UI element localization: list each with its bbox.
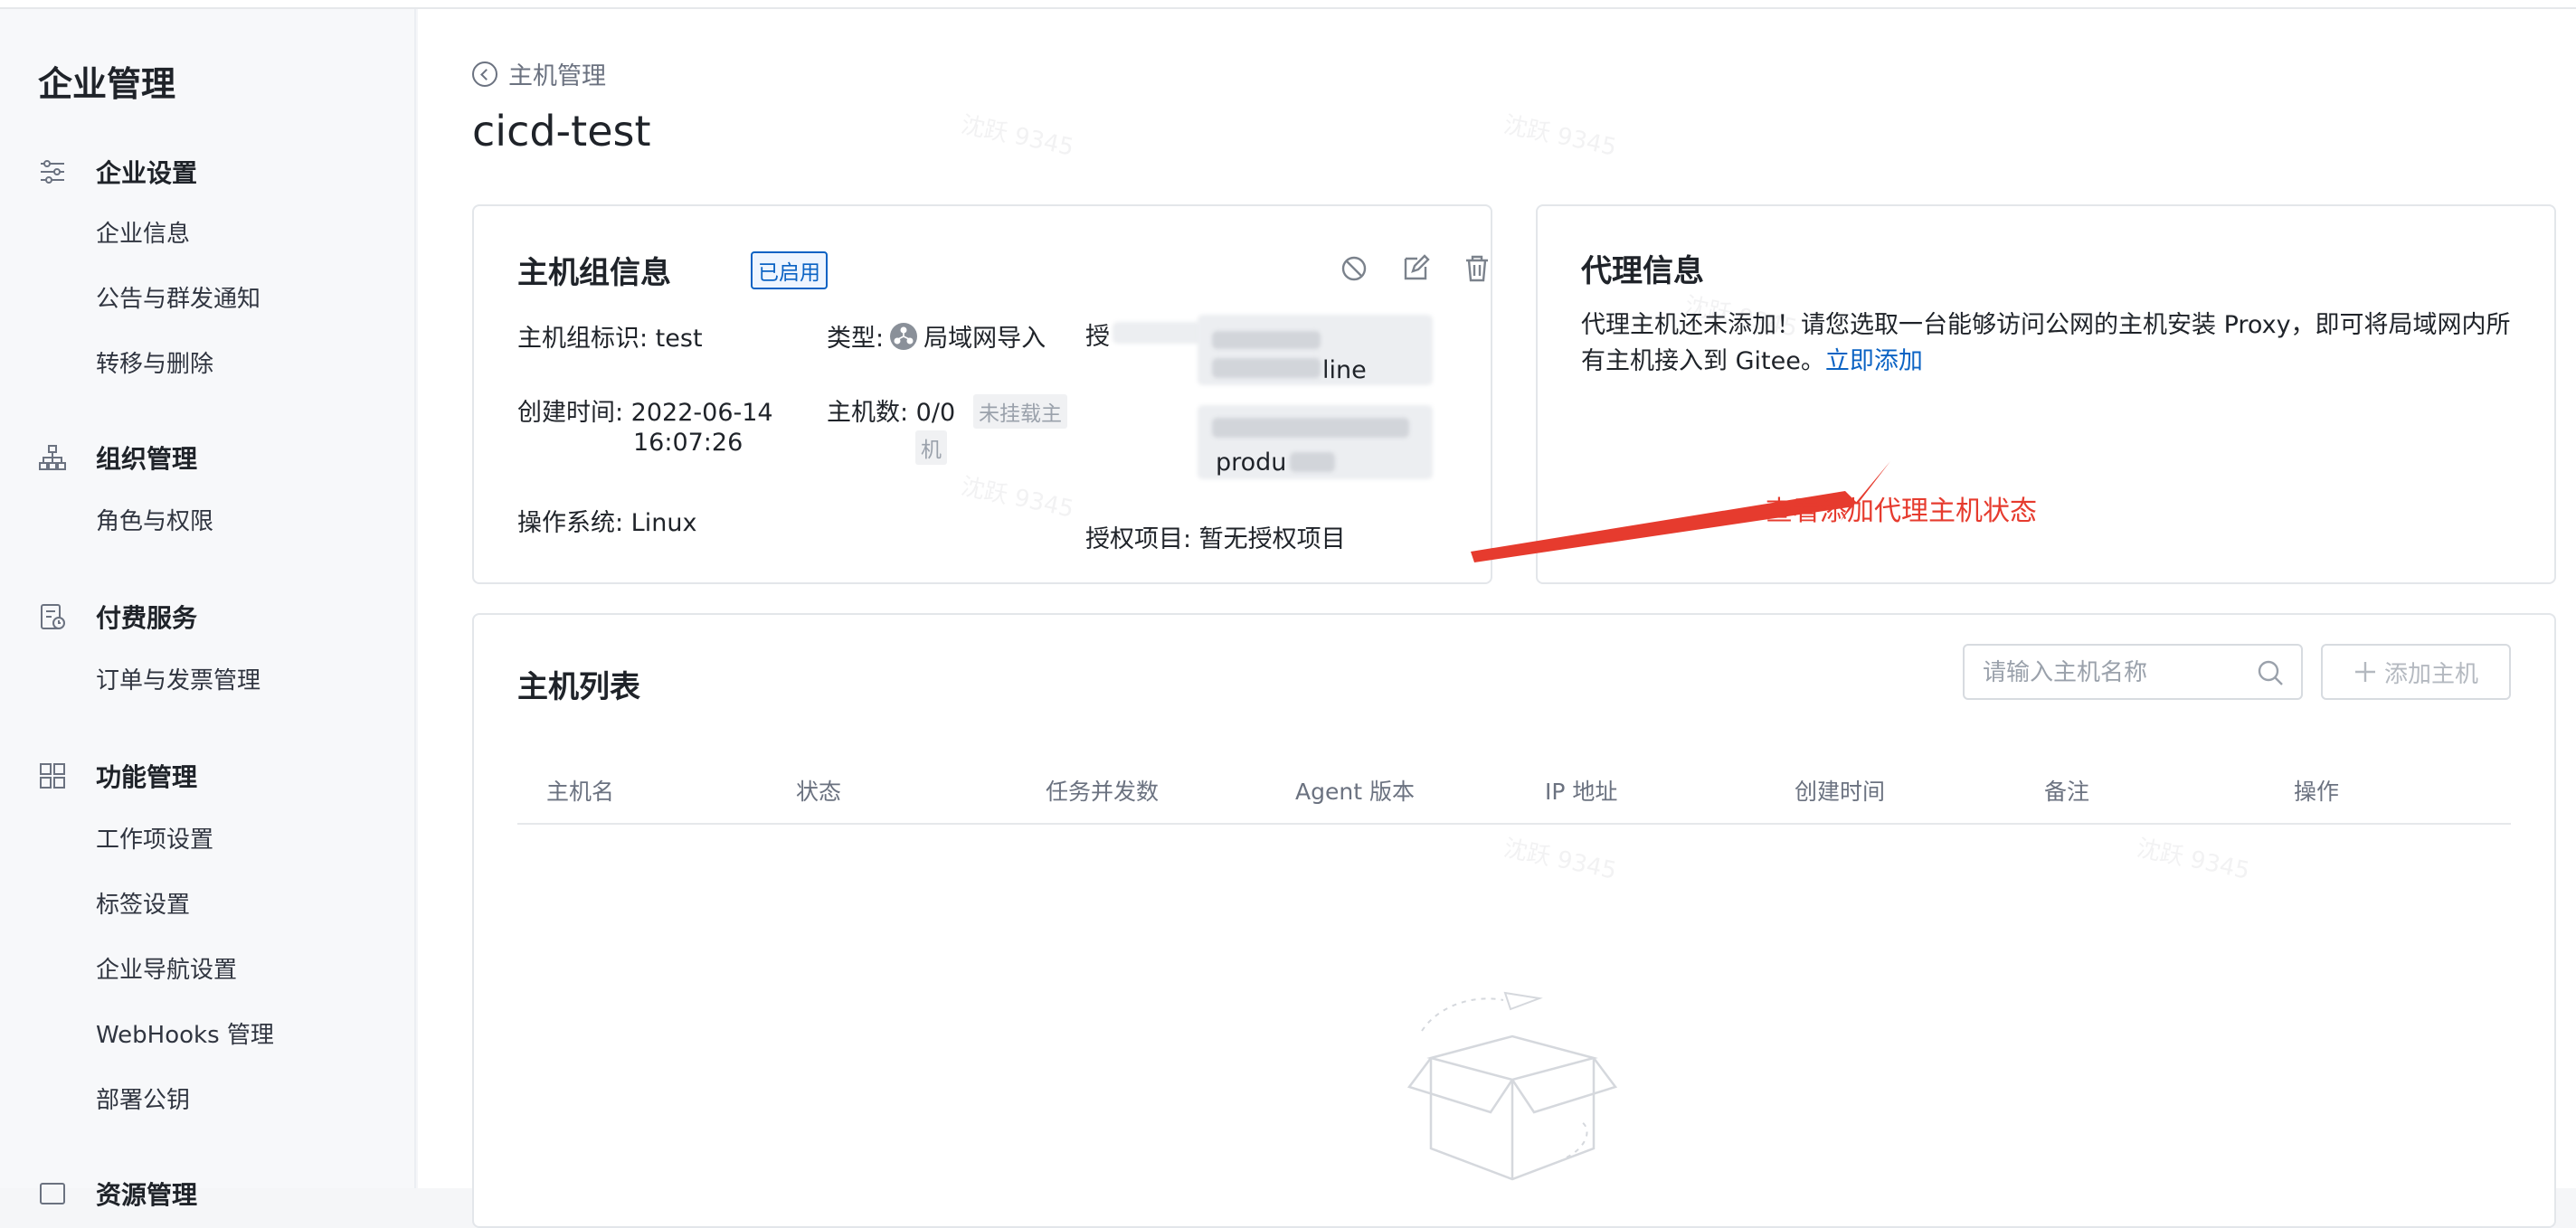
host-count: 主机数: 0/0 [827, 399, 956, 427]
sidebar-item-announcements[interactable]: 公告与群发通知 [96, 280, 260, 314]
sidebar: 企业管理 企业设置 企业信息 公告与群发通知 转移与删除 组织管理 角色与权限 … [0, 9, 416, 1210]
annotation-text: 查看添加代理主机状态 [1766, 496, 2037, 527]
sidebar-item-transfer-delete[interactable]: 转移与删除 [96, 345, 213, 379]
sidebar-group-resources[interactable]: 资源管理 [38, 1176, 197, 1212]
column-header-ip-address: IP 地址 [1545, 779, 1618, 805]
host-list-title: 主机列表 [517, 669, 640, 705]
redacted-block [1212, 331, 1321, 349]
sidebar-group-enterprise-settings[interactable]: 企业设置 [38, 154, 197, 190]
search-icon[interactable] [2256, 658, 2285, 687]
back-link-label: 主机管理 [508, 62, 606, 90]
sidebar-item-roles-permissions[interactable]: 角色与权限 [96, 503, 213, 536]
redacted-block [1212, 358, 1321, 378]
table-header-divider [517, 823, 2511, 825]
resource-icon [38, 1179, 67, 1208]
org-tree-icon [38, 443, 67, 472]
edit-icon[interactable] [1400, 253, 1431, 284]
back-arrow-icon [472, 61, 497, 87]
host-group-identifier: 主机组标识: test [517, 325, 703, 353]
sidebar-group-label: 付费服务 [96, 603, 198, 633]
status-badge: 已启用 [751, 251, 828, 289]
column-header-agent-version: Agent 版本 [1295, 779, 1415, 805]
unmounted-tag-line-1: 未挂载主 [973, 394, 1067, 429]
host-group-info-title: 主机组信息 [517, 255, 671, 291]
auth-label-partial: 授 [1085, 323, 1110, 351]
sidebar-group-label: 资源管理 [96, 1180, 198, 1210]
page-title: cicd-test [472, 107, 651, 156]
sidebar-group-label: 企业设置 [96, 158, 198, 188]
redacted-block [1212, 418, 1409, 438]
sidebar-item-label-settings[interactable]: 标签设置 [96, 886, 190, 920]
column-header-created-time: 创建时间 [1795, 779, 1886, 805]
created-time: 16:07:26 [633, 429, 743, 457]
disable-icon[interactable] [1339, 253, 1369, 284]
lan-icon [890, 322, 918, 350]
redacted-text-line: produ [1216, 449, 1287, 477]
redacted-text-line: line [1322, 356, 1367, 384]
proxy-info-title: 代理信息 [1581, 253, 1704, 289]
sliders-icon [38, 157, 67, 186]
host-search [1963, 644, 2303, 700]
operating-system: 操作系统: Linux [517, 509, 697, 537]
grid-icon [38, 761, 67, 790]
sidebar-item-navigation-settings[interactable]: 企业导航设置 [96, 951, 237, 985]
trash-icon[interactable] [1462, 253, 1492, 284]
sidebar-group-features[interactable]: 功能管理 [38, 758, 197, 794]
column-header-hostname: 主机名 [546, 779, 615, 805]
sidebar-title: 企业管理 [38, 64, 176, 104]
auth-projects: 授权项目: 暂无授权项目 [1085, 525, 1346, 553]
redacted-block [1290, 452, 1335, 472]
sidebar-item-orders-invoices[interactable]: 订单与发票管理 [96, 662, 260, 695]
plus-icon [2354, 662, 2375, 682]
billing-icon [38, 602, 67, 631]
add-host-button[interactable]: 添加主机 [2321, 644, 2511, 700]
empty-box-icon [1406, 991, 1618, 1181]
sidebar-group-billing[interactable]: 付费服务 [38, 599, 197, 635]
sidebar-item-webhooks[interactable]: WebHooks 管理 [96, 1016, 274, 1050]
unmounted-tag-line-2: 机 [915, 430, 947, 465]
host-search-input[interactable] [1983, 655, 2254, 691]
top-border [0, 0, 2576, 9]
redacted-block [1113, 322, 1203, 344]
add-proxy-link[interactable]: 立即添加 [1825, 347, 1923, 375]
sidebar-group-label: 功能管理 [96, 762, 198, 792]
sidebar-item-enterprise-info[interactable]: 企业信息 [96, 215, 190, 249]
sidebar-group-label: 组织管理 [96, 444, 198, 474]
watermark: 沈跃 9345 [958, 111, 1076, 162]
column-header-remark: 备注 [2044, 779, 2090, 805]
type-label: 类型: [827, 325, 885, 353]
sidebar-item-workitem-settings[interactable]: 工作项设置 [96, 821, 213, 855]
back-link[interactable]: 主机管理 [472, 56, 606, 91]
created-date: 创建时间: 2022-06-14 [517, 399, 773, 427]
sidebar-group-organization[interactable]: 组织管理 [38, 439, 197, 476]
type-value: 局域网导入 [923, 325, 1046, 353]
host-group-info-card: 主机组信息 已启用 主机组标识: test 创建时间: 2022-06-14 1… [472, 204, 1492, 584]
watermark: 沈跃 9345 [1501, 111, 1619, 162]
column-header-status: 状态 [796, 779, 842, 805]
column-header-actions: 操作 [2294, 779, 2340, 805]
column-header-concurrency: 任务并发数 [1046, 779, 1160, 805]
host-group-type: 类型: 局域网导入 [827, 318, 1046, 354]
add-host-label: 添加主机 [2383, 659, 2478, 687]
main-content: 主机管理 cicd-test 主机组信息 已启用 主机组标识: test 创建时… [418, 9, 2576, 1228]
sidebar-item-deploy-keys[interactable]: 部署公钥 [96, 1082, 190, 1115]
